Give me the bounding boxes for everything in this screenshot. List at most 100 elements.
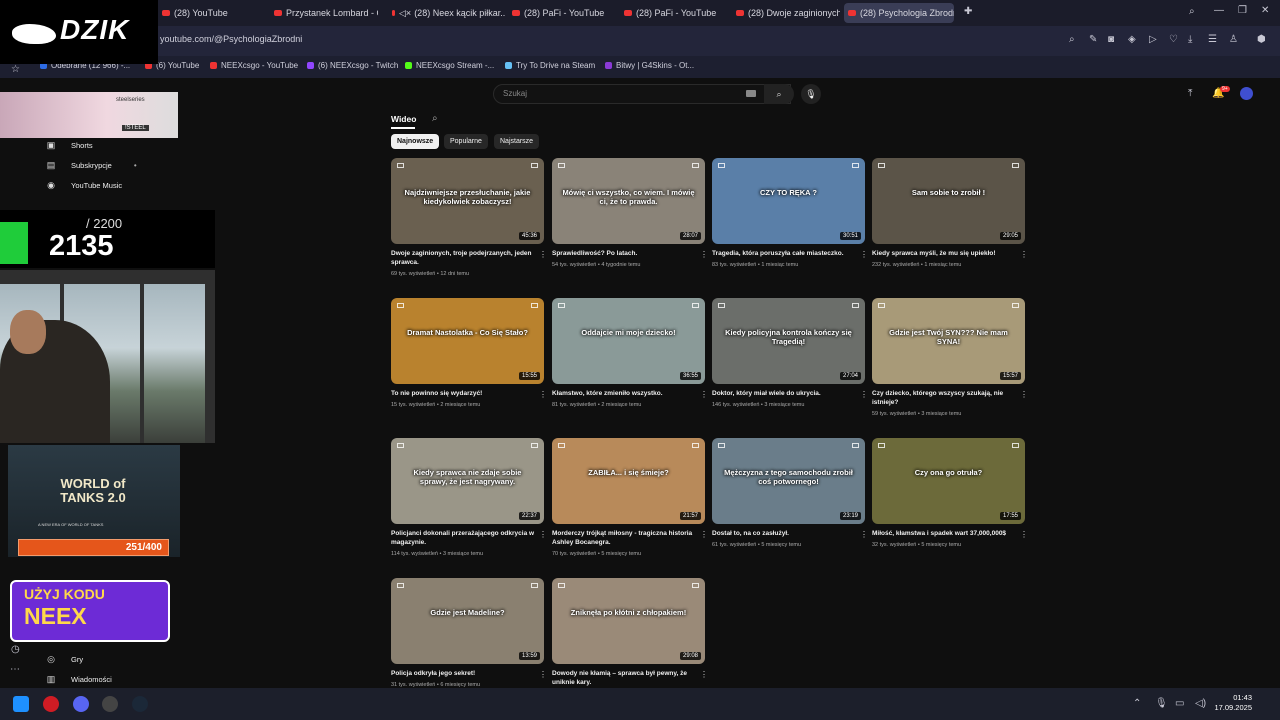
tray-chevron-icon[interactable]: ⌃ — [1133, 698, 1141, 709]
channel-search-icon[interactable]: ⌕ — [432, 113, 438, 124]
tab-psychologia-active[interactable]: (28) Psychologia Zbrodni — [844, 3, 954, 23]
video-title[interactable]: Sprawiedliwość? Po latach. — [552, 250, 697, 259]
volume-icon[interactable]: ◁) — [1195, 698, 1206, 709]
bookmark-steam[interactable]: Try To Drive na Steam — [505, 61, 595, 70]
keyboard-icon[interactable] — [746, 90, 756, 97]
search-tabs-icon[interactable]: ⌕ — [1189, 6, 1195, 17]
star-icon[interactable]: ☆ — [11, 64, 20, 75]
video-card[interactable]: CZY TO RĘKA ? 30:51 Tragedia, która porusz… — [712, 158, 868, 288]
steam-icon[interactable] — [132, 696, 148, 712]
shield-icon[interactable]: ◈ — [1128, 34, 1136, 45]
url-field[interactable]: youtube.com/@PsychologiaZbrodni — [160, 34, 302, 44]
video-thumbnail[interactable]: Mężczyzna z tego samochodu zrobił coś po… — [712, 438, 865, 524]
windows-start-icon[interactable] — [13, 696, 29, 712]
video-thumbnail[interactable]: CZY TO RĘKA ? 30:51 — [712, 158, 865, 244]
video-card[interactable]: Sam sobie to zrobił ! 29:05 Kiedy sprawca … — [872, 158, 1028, 288]
video-title[interactable]: Dwoje zaginionych, troje podejrzanych, j… — [391, 250, 536, 268]
restore-icon[interactable]: ❐ — [1238, 5, 1247, 16]
lens-search-icon[interactable]: ⌕ — [1069, 34, 1075, 45]
video-card[interactable]: Najdziwniejsze przesłuchanie, jakie kied… — [391, 158, 547, 288]
play-icon[interactable]: ▷ — [1149, 34, 1157, 45]
video-title[interactable]: Miłość, kłamstwa i spadek wart 37,000,00… — [872, 530, 1017, 539]
close-window-icon[interactable]: ✕ — [1261, 5, 1269, 16]
more-actions-icon[interactable]: ⋮ — [860, 250, 868, 259]
video-title[interactable]: Policja odkryła jego sekret! — [391, 670, 536, 679]
app-icon[interactable] — [102, 696, 118, 712]
tab-videos[interactable]: Wideo — [391, 114, 416, 124]
video-title[interactable]: Doktor, który miał wiele do ukrycia. — [712, 390, 857, 399]
more-actions-icon[interactable]: ⋮ — [700, 530, 708, 539]
video-thumbnail[interactable]: Kiedy policyjna kontrola kończy się Trag… — [712, 298, 865, 384]
video-title[interactable]: Dowody nie kłamią – sprawca był pewny, ż… — [552, 670, 697, 688]
heart-icon[interactable]: ♡ — [1169, 34, 1178, 45]
video-thumbnail[interactable]: Oddajcie mi moje dziecko! 36:55 — [552, 298, 705, 384]
more-actions-icon[interactable]: ⋮ — [1020, 530, 1028, 539]
video-title[interactable]: Morderczy trójkąt miłosny - tragiczna hi… — [552, 530, 697, 548]
edit-icon[interactable]: ✎ — [1089, 34, 1097, 45]
tab-pafi-2[interactable]: (28) PaFi - YouTube — [620, 3, 728, 23]
video-title[interactable]: Dostał to, na co zasłużył. — [712, 530, 857, 539]
profile-icon[interactable]: ♙ — [1229, 34, 1238, 45]
more-actions-icon[interactable]: ⋮ — [860, 390, 868, 399]
video-thumbnail[interactable]: Gdzie jest Madeline? 13:59 — [391, 578, 544, 664]
new-tab-icon[interactable]: ✚ — [964, 6, 972, 17]
more-actions-icon[interactable]: ⋮ — [700, 390, 708, 399]
chip-popular[interactable]: Popularne — [444, 134, 488, 149]
video-card[interactable]: Mężczyzna z tego samochodu zrobił coś po… — [712, 438, 868, 568]
more-actions-icon[interactable]: ⋮ — [1020, 390, 1028, 399]
chip-newest[interactable]: Najnowsze — [391, 134, 440, 149]
video-title[interactable]: To nie powinno się wydarzyć! — [391, 390, 536, 399]
upload-icon[interactable]: ⤒ — [1188, 88, 1192, 99]
video-card[interactable]: Kiedy sprawca nie zdaje sobie sprawy, że… — [391, 438, 547, 568]
video-title[interactable]: Czy dziecko, którego wszyscy szukają, ni… — [872, 390, 1017, 408]
microphone-tray-icon[interactable]: 🎙 — [1155, 698, 1168, 709]
tab-przystanek[interactable]: Przystanek Lombard - Od... — [270, 3, 378, 23]
video-title[interactable]: Kłamstwo, które zmieniło wszystko. — [552, 390, 697, 399]
chip-oldest[interactable]: Najstarsze — [494, 134, 540, 149]
video-card[interactable]: Kiedy policyjna kontrola kończy się Trag… — [712, 298, 868, 428]
video-card[interactable]: Dramat Nastolatka - Co Się Stało? 15:55 To… — [391, 298, 547, 428]
extension-icon[interactable]: ⬢ — [1257, 34, 1266, 45]
tab-pafi-1[interactable]: (28) PaFi - YouTube — [508, 3, 616, 23]
more-actions-icon[interactable]: ⋮ — [539, 250, 547, 259]
video-card[interactable]: Gdzie jest Twój SYN??? Nie mam SYNA! 15:5… — [872, 298, 1028, 428]
video-thumbnail[interactable]: Sam sobie to zrobił ! 29:05 — [872, 158, 1025, 244]
more-actions-icon[interactable]: ⋮ — [700, 670, 708, 679]
opera-gx-icon[interactable] — [43, 696, 59, 712]
tab-youtube[interactable]: (28) YouTube — [158, 3, 266, 23]
tab-neex[interactable]: ◁× (28) Neex kącik piłkar... — [388, 3, 506, 23]
video-thumbnail[interactable]: ZABIŁA... i się śmieje? 21:57 — [552, 438, 705, 524]
video-thumbnail[interactable]: Dramat Nastolatka - Co Się Stało? 15:55 — [391, 298, 544, 384]
sidebar-item-games[interactable]: ◎ Gry — [45, 654, 83, 665]
network-icon[interactable]: ▭ — [1175, 698, 1184, 709]
bookmark-neex-youtube[interactable]: NEEXcsgo - YouTube — [210, 61, 298, 70]
video-title[interactable]: Kiedy sprawca myśli, że mu się upiekło! — [872, 250, 1017, 259]
minimize-icon[interactable]: — — [1214, 5, 1224, 16]
history-icon[interactable]: ◷ — [11, 644, 20, 655]
bookmark-neex-kick[interactable]: NEEXcsgo Stream -... — [405, 61, 494, 70]
voice-search-button[interactable]: 🎙 — [801, 84, 821, 104]
sidebar-item-music[interactable]: ◉ YouTube Music — [45, 180, 122, 191]
search-input[interactable]: Szukaj — [493, 84, 791, 104]
sidebar-item-news[interactable]: ▥ Wiadomości — [45, 674, 112, 685]
video-card[interactable]: Mówię ci wszystko, co wiem. I mówię ci, … — [552, 158, 708, 288]
more-actions-icon[interactable]: ⋮ — [860, 530, 868, 539]
discord-icon[interactable] — [73, 696, 89, 712]
video-thumbnail[interactable]: Gdzie jest Twój SYN??? Nie mam SYNA! 15:5… — [872, 298, 1025, 384]
tab-dwoje[interactable]: (28) Dwoje zaginionych, t... — [732, 3, 840, 23]
camera-icon[interactable]: ◙ — [1108, 34, 1114, 45]
menu-icon[interactable]: ☰ — [1208, 34, 1217, 45]
bookmark-neex-twitch[interactable]: (6) NEEXcsgo - Twitch — [307, 61, 398, 70]
sidebar-item-shorts[interactable]: ▣ Shorts — [45, 140, 93, 151]
download-icon[interactable]: ⤓ — [1188, 34, 1192, 45]
video-thumbnail[interactable]: Zniknęła po kłótni z chłopakiem! 29:08 — [552, 578, 705, 664]
more-actions-icon[interactable]: ⋮ — [539, 390, 547, 399]
more-options-icon[interactable]: ⋯ — [10, 664, 20, 675]
video-card[interactable]: Oddajcie mi moje dziecko! 36:55 Kłamstwo, … — [552, 298, 708, 428]
more-actions-icon[interactable]: ⋮ — [539, 670, 547, 679]
more-actions-icon[interactable]: ⋮ — [1020, 250, 1028, 259]
video-title[interactable]: Policjanci dokonali przerażającego odkry… — [391, 530, 536, 548]
video-title[interactable]: Tragedia, która poruszyła całe miasteczk… — [712, 250, 857, 259]
bookmark-g4skins[interactable]: Bitwy | G4Skins - Ot... — [605, 61, 694, 70]
clock[interactable]: 01:43 17.09.2025 — [1214, 693, 1252, 713]
